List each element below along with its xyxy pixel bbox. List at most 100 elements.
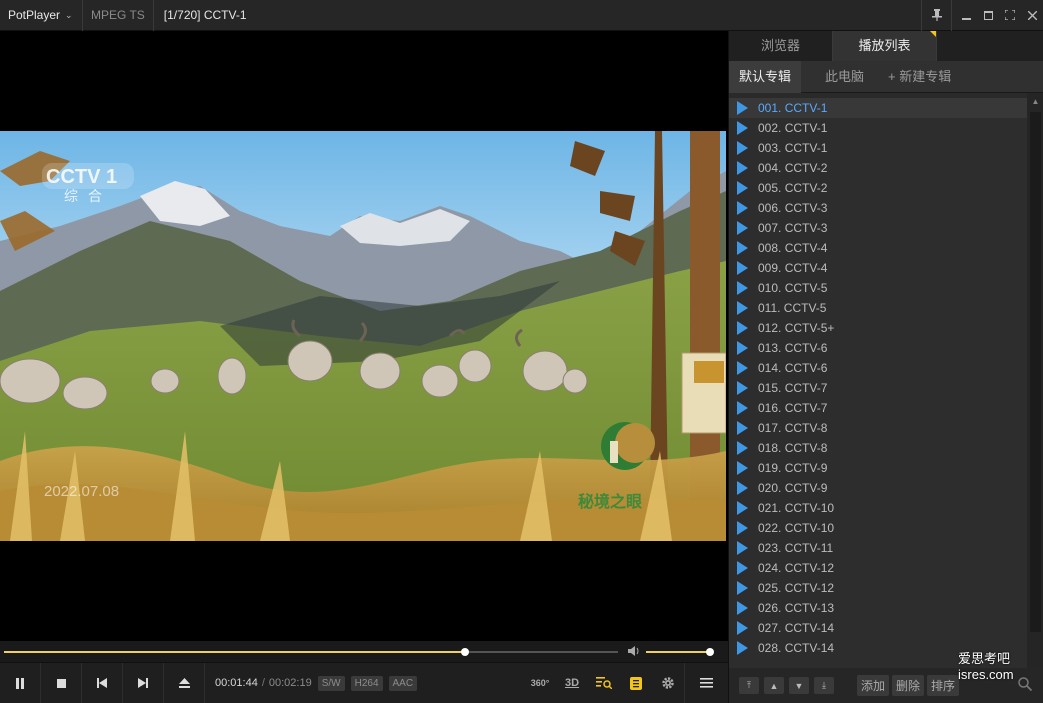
playlist-item[interactable]: 025. CCTV-12: [729, 578, 1027, 598]
menu-button[interactable]: [684, 662, 728, 703]
video-area[interactable]: CCTV 1 综合 2022.07.08 秘境之眼: [0, 31, 728, 641]
playlist-list[interactable]: 001. CCTV-1 002. CCTV-1 003. CCTV-1 004. CC…: [729, 98, 1027, 668]
vr-360-button[interactable]: 360°: [524, 663, 556, 703]
playlist-item-label: 013. CCTV-6: [758, 341, 828, 355]
play-icon: [737, 141, 748, 155]
playlist-item[interactable]: 001. CCTV-1: [729, 98, 1027, 118]
playlist-item[interactable]: 022. CCTV-10: [729, 518, 1027, 538]
playlist-item[interactable]: 016. CCTV-7: [729, 398, 1027, 418]
move-up-icon: ▲: [769, 680, 779, 691]
previous-button[interactable]: [82, 662, 123, 703]
open-file-button[interactable]: [164, 662, 205, 703]
3d-button[interactable]: 3D: [556, 663, 588, 703]
sort-button[interactable]: 排序: [927, 675, 960, 696]
tab-playlist[interactable]: 播放列表: [833, 31, 937, 61]
move-up-button[interactable]: ▲: [764, 677, 784, 694]
decoder-badge[interactable]: S/W: [317, 675, 345, 691]
playlist-item-label: 026. CCTV-13: [758, 601, 835, 615]
playlist-item[interactable]: 010. CCTV-5: [729, 278, 1027, 298]
playlist-item[interactable]: 007. CCTV-3: [729, 218, 1027, 238]
playlist-item-label: 014. CCTV-6: [758, 361, 828, 375]
playlist-item[interactable]: 005. CCTV-2: [729, 178, 1027, 198]
move-bottom-button[interactable]: ⤓: [814, 677, 834, 694]
video-codec-badge[interactable]: H264: [350, 675, 383, 691]
scrollbar-thumb[interactable]: [1030, 112, 1041, 632]
playlist-search-button[interactable]: [588, 663, 620, 703]
playlist-item-label: 024. CCTV-12: [758, 561, 835, 575]
chevron-down-icon: ⌄: [65, 9, 73, 20]
playlist-scrollbar[interactable]: ▲: [1027, 93, 1043, 668]
3d-icon: 3D: [564, 677, 580, 689]
volume-handle[interactable]: [706, 648, 715, 656]
next-button[interactable]: [123, 662, 164, 703]
play-icon: [737, 101, 748, 115]
tab-default-album[interactable]: 默认专辑: [729, 61, 802, 93]
close-icon[interactable]: [1021, 0, 1043, 31]
play-icon: [737, 541, 748, 555]
play-icon: [737, 301, 748, 315]
playlist-item[interactable]: 014. CCTV-6: [729, 358, 1027, 378]
fullscreen-icon[interactable]: [999, 0, 1021, 31]
move-down-button[interactable]: ▼: [789, 677, 809, 694]
playlist-item[interactable]: 015. CCTV-7: [729, 378, 1027, 398]
playlist-item-label: 028. CCTV-14: [758, 641, 835, 655]
playlist-item[interactable]: 004. CCTV-2: [729, 158, 1027, 178]
app-menu-button[interactable]: PotPlayer ⌄: [0, 0, 83, 31]
pause-button[interactable]: [0, 662, 41, 703]
playlist-item[interactable]: 008. CCTV-4: [729, 238, 1027, 258]
playlist-item[interactable]: 011. CCTV-5: [729, 298, 1027, 318]
playlist-item[interactable]: 020. CCTV-9: [729, 478, 1027, 498]
pause-icon: [16, 677, 24, 689]
playlist-item[interactable]: 002. CCTV-1: [729, 118, 1027, 138]
stop-button[interactable]: [41, 662, 82, 703]
volume-icon[interactable]: [628, 645, 640, 659]
playlist-item[interactable]: 009. CCTV-4: [729, 258, 1027, 278]
playlist-item[interactable]: 024. CCTV-12: [729, 558, 1027, 578]
hamburger-icon: [700, 678, 713, 688]
playlist-item[interactable]: 017. CCTV-8: [729, 418, 1027, 438]
seek-handle[interactable]: [460, 648, 469, 656]
playlist-item[interactable]: 003. CCTV-1: [729, 138, 1027, 158]
playlist-item[interactable]: 019. CCTV-9: [729, 458, 1027, 478]
play-icon: [737, 501, 748, 515]
playlist-item[interactable]: 018. CCTV-8: [729, 438, 1027, 458]
eject-icon: [178, 678, 190, 688]
add-button[interactable]: 添加: [857, 675, 890, 696]
tab-this-pc[interactable]: 此电脑: [801, 61, 878, 93]
window-controls: [921, 0, 1043, 31]
playlist-item-label: 001. CCTV-1: [758, 101, 828, 115]
skip-back-icon: [97, 678, 107, 688]
program-logo-text: 秘境之眼: [578, 492, 642, 511]
playlist-item[interactable]: 023. CCTV-11: [729, 538, 1027, 558]
tab-browser[interactable]: 浏览器: [729, 31, 833, 61]
seek-progress: [4, 651, 465, 653]
settings-button[interactable]: [652, 663, 684, 703]
tab-new-album[interactable]: + 新建专辑: [878, 61, 961, 93]
pin-icon[interactable]: [922, 0, 952, 31]
minimize-icon[interactable]: [955, 0, 977, 31]
seek-area: [0, 641, 728, 662]
seek-slider[interactable]: [4, 648, 618, 656]
playlist-item[interactable]: 012. CCTV-5+: [729, 318, 1027, 338]
delete-button[interactable]: 删除: [892, 675, 925, 696]
scroll-up-icon[interactable]: ▲: [1027, 93, 1043, 110]
playlist-item[interactable]: 026. CCTV-13: [729, 598, 1027, 618]
site-watermark: 爱思考吧 isres.com: [958, 651, 1014, 683]
volume-slider[interactable]: [646, 648, 715, 656]
stop-icon: [56, 678, 66, 688]
total-duration: 00:02:19: [268, 677, 312, 689]
audio-codec-badge[interactable]: AAC: [388, 675, 418, 691]
playlist-item[interactable]: 021. CCTV-10: [729, 498, 1027, 518]
search-icon[interactable]: [1018, 677, 1033, 694]
play-icon: [737, 461, 748, 475]
playlist-item-label: 017. CCTV-8: [758, 421, 828, 435]
playlist-item[interactable]: 013. CCTV-6: [729, 338, 1027, 358]
playlist-item[interactable]: 006. CCTV-3: [729, 198, 1027, 218]
play-icon: [737, 641, 748, 655]
maximize-icon[interactable]: [977, 0, 999, 31]
move-top-button[interactable]: ⤒: [739, 677, 759, 694]
playlist-item[interactable]: 027. CCTV-14: [729, 618, 1027, 638]
panel-tabs: 浏览器 播放列表: [729, 31, 1043, 61]
play-icon: [737, 321, 748, 335]
playlist-button[interactable]: [620, 663, 652, 703]
